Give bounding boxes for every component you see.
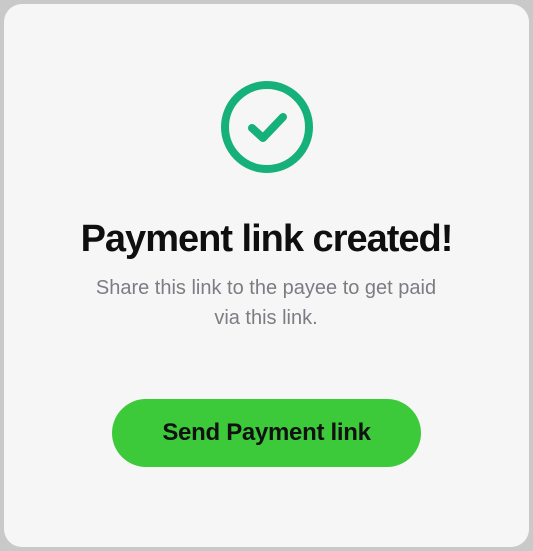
dialog-title: Payment link created! — [80, 218, 454, 260]
check-circle-icon — [221, 81, 313, 173]
dialog-message: Share this link to the payee to get paid… — [95, 277, 437, 329]
send-payment-link-button[interactable]: Send Payment link — [112, 399, 421, 467]
payment-link-created-dialog: Payment link created! Share this link to… — [4, 4, 529, 547]
